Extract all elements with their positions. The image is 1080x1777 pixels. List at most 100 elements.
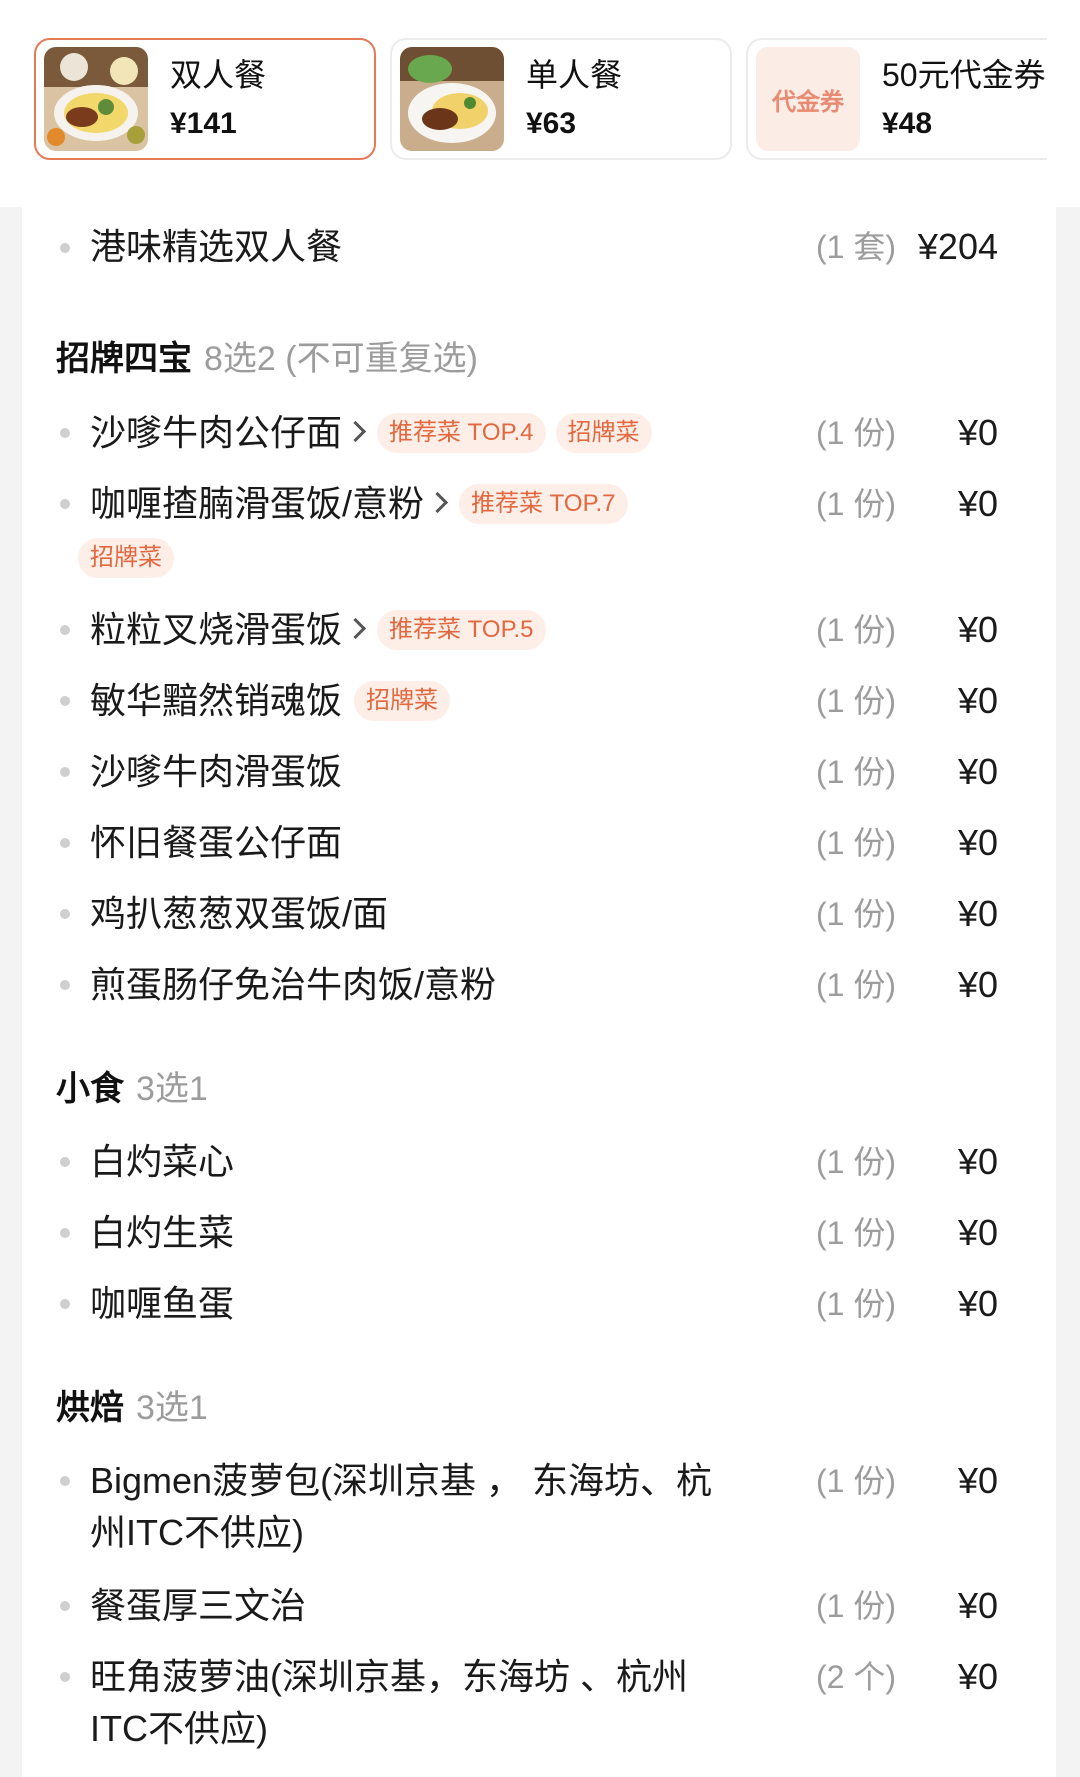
item-price: ¥0 bbox=[957, 1585, 998, 1626]
item-price: ¥0 bbox=[957, 893, 998, 934]
item-price: ¥0 bbox=[957, 751, 998, 792]
package-qty: (1 套) bbox=[815, 229, 896, 265]
item-name: Bigmen菠萝包(深圳京基 ， 东海坊、杭州ITC不供应) bbox=[90, 1460, 713, 1553]
item-name: 沙嗲牛肉滑蛋饭 bbox=[90, 751, 343, 792]
item-price: ¥0 bbox=[957, 1212, 998, 1253]
bullet-dot bbox=[60, 909, 70, 919]
item-qty: (1 份) bbox=[815, 1463, 896, 1499]
meal-card-list: 双人餐 ¥141 单人餐 ¥63 代金券 50元代金券 ¥48 bbox=[34, 38, 1047, 164]
item-qty: (1 份) bbox=[815, 683, 896, 719]
bullet-dot bbox=[60, 838, 70, 848]
item-price: ¥0 bbox=[957, 1141, 998, 1182]
food-photo-icon bbox=[44, 47, 148, 151]
item-name: 咖喱鱼蛋 bbox=[90, 1283, 235, 1324]
item-price: ¥0 bbox=[957, 1656, 998, 1697]
tag-recommend: 推荐菜 TOP.5 bbox=[377, 610, 546, 650]
item-price: ¥0 bbox=[957, 964, 998, 1005]
bullet-dot bbox=[60, 1601, 70, 1611]
meal-card-price: ¥141 bbox=[170, 107, 237, 140]
item-name: 敏华黯然销魂饭 bbox=[90, 680, 343, 721]
item-price: ¥0 bbox=[957, 412, 998, 453]
bullet-dot bbox=[60, 1299, 70, 1309]
item-name: 咖喱揸腩滑蛋饭/意粉 bbox=[90, 483, 425, 524]
meal-card-price: ¥63 bbox=[526, 107, 577, 140]
chevron-right-icon[interactable] bbox=[344, 617, 367, 639]
chevron-right-icon[interactable] bbox=[344, 420, 367, 442]
voucher-thumb: 代金券 bbox=[756, 47, 860, 151]
list-item[interactable]: 沙嗲牛肉公仔面 推荐菜 TOP.4 招牌菜 (1 份) ¥0 bbox=[22, 407, 1056, 459]
item-price: ¥0 bbox=[957, 1283, 998, 1324]
list-item[interactable]: 咖喱揸腩滑蛋饭/意粉 推荐菜 TOP.7 招牌菜 (1 份) ¥0 bbox=[22, 478, 1056, 588]
bullet-dot bbox=[60, 980, 70, 990]
item-price: ¥0 bbox=[957, 822, 998, 863]
item-name: 煎蛋肠仔免治牛肉饭/意粉 bbox=[90, 964, 497, 1005]
list-item[interactable]: 煎蛋肠仔免治牛肉饭/意粉 (1 份) ¥0 bbox=[22, 959, 1056, 1011]
item-qty: (2 个) bbox=[815, 1659, 896, 1695]
section-title: 烘焙 3选1 bbox=[56, 1384, 208, 1432]
food-photo-icon bbox=[400, 47, 504, 151]
section-name: 小食 bbox=[56, 1070, 124, 1108]
item-name: 怀旧餐蛋公仔面 bbox=[90, 822, 343, 863]
tag-signature: 招牌菜 bbox=[78, 538, 174, 578]
item-name: 餐蛋厚三文治 bbox=[90, 1585, 307, 1626]
bullet-dot bbox=[60, 243, 70, 253]
bullet-dot bbox=[60, 428, 70, 438]
bullet-dot bbox=[60, 767, 70, 777]
tag-signature: 招牌菜 bbox=[555, 413, 652, 453]
item-price: ¥0 bbox=[957, 680, 998, 721]
meal-card-name: 单人餐 bbox=[526, 57, 623, 93]
bullet-dot bbox=[60, 696, 70, 706]
section-rule: 8选2 (不可重复选) bbox=[204, 340, 478, 378]
item-name: 白灼生菜 bbox=[90, 1212, 235, 1253]
list-item[interactable]: 白灼生菜 (1 份) ¥0 bbox=[22, 1207, 1056, 1259]
meal-card-price: ¥48 bbox=[882, 107, 933, 140]
section-rule: 3选1 bbox=[136, 1389, 208, 1427]
list-item[interactable]: 旺角菠萝油(深圳京基，东海坊 、杭州ITC不供应) (2 个) ¥0 bbox=[22, 1651, 1056, 1761]
item-name: 白灼菜心 bbox=[90, 1141, 235, 1182]
section-title: 招牌四宝 8选2 (不可重复选) bbox=[56, 335, 478, 383]
list-item[interactable]: 沙嗲牛肉滑蛋饭 (1 份) ¥0 bbox=[22, 746, 1056, 798]
item-price: ¥0 bbox=[957, 483, 998, 524]
item-price: ¥0 bbox=[957, 1460, 998, 1501]
item-qty: (1 份) bbox=[815, 967, 896, 1003]
meal-card-name: 50元代金券 bbox=[882, 57, 1046, 93]
package-row: 港味精选双人餐 (1 套) ¥204 bbox=[22, 207, 1056, 287]
package-name: 港味精选双人餐 bbox=[90, 226, 343, 267]
meal-card-double[interactable]: 双人餐 ¥141 bbox=[34, 38, 376, 160]
bullet-dot bbox=[60, 1672, 70, 1682]
item-qty: (1 份) bbox=[815, 825, 896, 861]
list-item[interactable]: 敏华黯然销魂饭 招牌菜 (1 份) ¥0 bbox=[22, 675, 1056, 727]
bullet-dot bbox=[60, 1228, 70, 1238]
item-qty: (1 份) bbox=[815, 1215, 896, 1251]
meal-card-voucher[interactable]: 代金券 50元代金券 ¥48 bbox=[746, 38, 1047, 160]
bullet-dot bbox=[60, 1157, 70, 1167]
section-name: 招牌四宝 bbox=[56, 340, 192, 378]
bullet-dot bbox=[60, 1476, 70, 1486]
item-price: ¥0 bbox=[957, 609, 998, 650]
item-qty: (1 份) bbox=[815, 1144, 896, 1180]
item-qty: (1 份) bbox=[815, 754, 896, 790]
list-item[interactable]: 怀旧餐蛋公仔面 (1 份) ¥0 bbox=[22, 817, 1056, 869]
meal-card-single[interactable]: 单人餐 ¥63 bbox=[390, 38, 732, 160]
section-title: 小食 3选1 bbox=[56, 1065, 208, 1113]
list-item[interactable]: 餐蛋厚三文治 (1 份) ¥0 bbox=[22, 1580, 1056, 1632]
package-detail-panel: 港味精选双人餐 (1 套) ¥204 招牌四宝 8选2 (不可重复选) 沙嗲牛肉公… bbox=[22, 207, 1056, 1777]
chevron-right-icon[interactable] bbox=[426, 491, 449, 513]
tag-signature: 招牌菜 bbox=[354, 681, 451, 721]
meal-card-name: 双人餐 bbox=[170, 57, 267, 93]
list-item[interactable]: 白灼菜心 (1 份) ¥0 bbox=[22, 1136, 1056, 1188]
list-item[interactable]: Bigmen菠萝包(深圳京基 ， 东海坊、杭州ITC不供应) (1 份) ¥0 bbox=[22, 1455, 1056, 1565]
item-qty: (1 份) bbox=[815, 486, 896, 522]
item-name: 粒粒叉烧滑蛋饭 bbox=[90, 609, 343, 650]
list-item[interactable]: 咖喱鱼蛋 (1 份) ¥0 bbox=[22, 1278, 1056, 1330]
list-item[interactable]: 鸡扒葱葱双蛋饭/面 (1 份) ¥0 bbox=[22, 888, 1056, 940]
bullet-dot bbox=[60, 499, 70, 509]
item-qty: (1 份) bbox=[815, 415, 896, 451]
item-qty: (1 份) bbox=[815, 896, 896, 932]
list-item[interactable]: 粒粒叉烧滑蛋饭 推荐菜 TOP.5 (1 份) ¥0 bbox=[22, 604, 1056, 656]
item-name: 鸡扒葱葱双蛋饭/面 bbox=[90, 893, 389, 934]
item-qty: (1 份) bbox=[815, 612, 896, 648]
item-name: 沙嗲牛肉公仔面 bbox=[90, 412, 343, 453]
bullet-dot bbox=[60, 625, 70, 635]
item-qty: (1 份) bbox=[815, 1588, 896, 1624]
